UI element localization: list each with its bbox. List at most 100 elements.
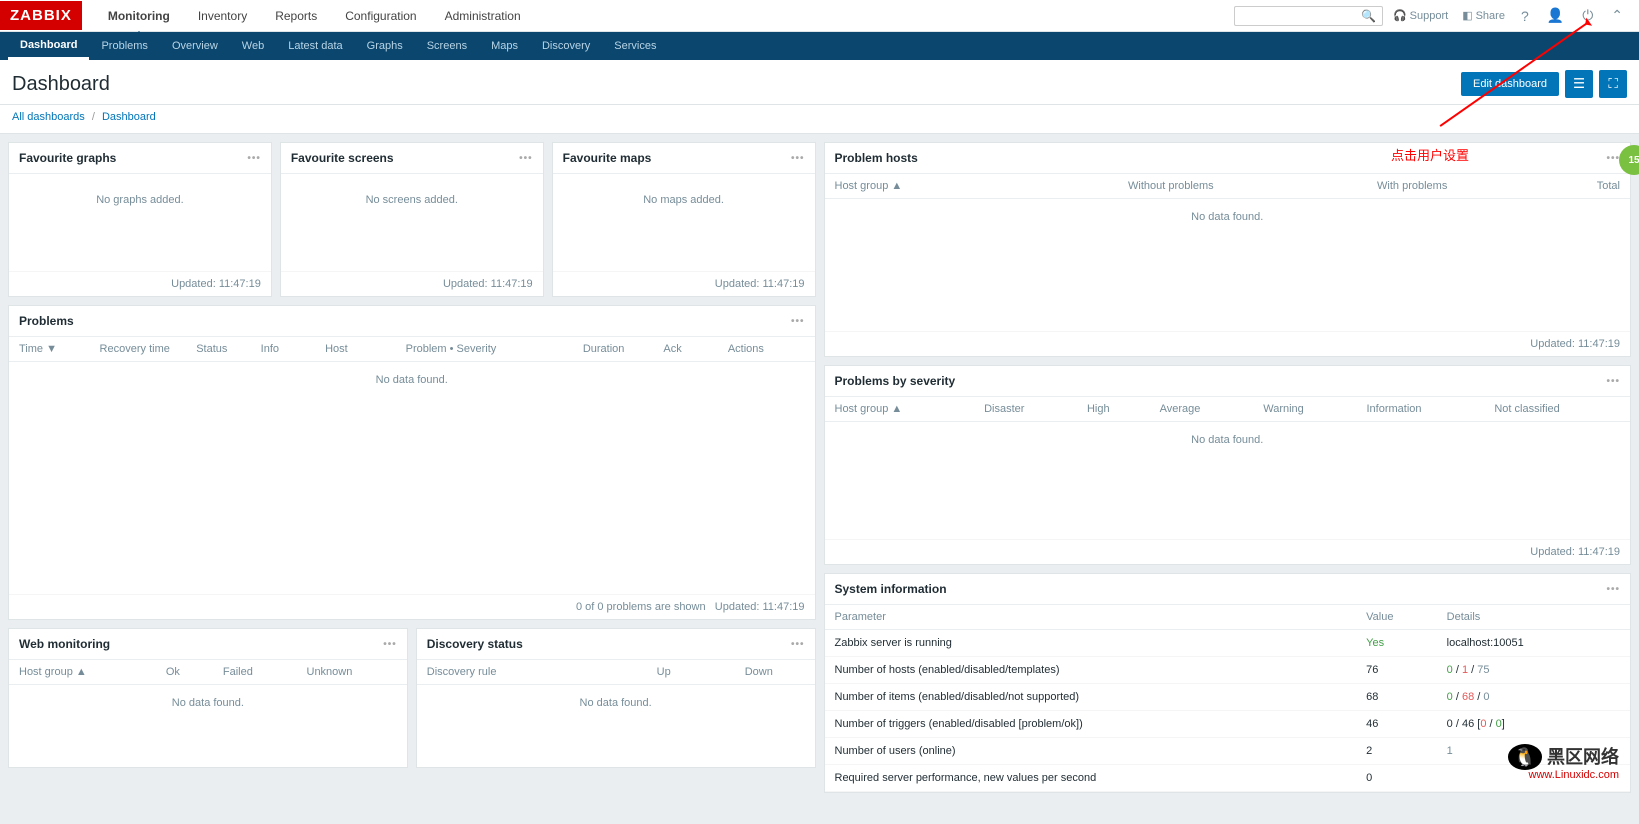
subnav-graphs[interactable]: Graphs (355, 32, 415, 60)
widget-footer: 0 of 0 problems are shown Updated: 11:47… (9, 594, 815, 619)
search-input[interactable] (1241, 10, 1361, 22)
breadcrumb-all[interactable]: All dashboards (12, 111, 85, 123)
col-information[interactable]: Information (1356, 397, 1484, 422)
page-title: Dashboard (12, 73, 110, 96)
col-ack[interactable]: Ack (653, 337, 717, 362)
subnav-screens[interactable]: Screens (415, 32, 479, 60)
col-warning[interactable]: Warning (1253, 397, 1356, 422)
widget-title: System information (835, 582, 947, 596)
cell-details: 0 / 68 / 0 (1437, 684, 1630, 711)
col-recovery[interactable]: Recovery time (90, 337, 187, 362)
widget-menu-icon[interactable]: ••• (1606, 153, 1620, 164)
subnav-dashboard[interactable]: Dashboard (8, 32, 89, 60)
col-notclassified[interactable]: Not classified (1484, 397, 1630, 422)
widget-footer: Updated: 11:47:19 (281, 271, 543, 296)
col-hostgroup[interactable]: Host group ▲ (825, 174, 1041, 199)
col-status[interactable]: Status (186, 337, 250, 362)
empty-msg: No data found. (417, 685, 815, 721)
widget-menu-icon[interactable]: ••• (1606, 376, 1620, 387)
col-disaster[interactable]: Disaster (974, 397, 1077, 422)
widget-title: Discovery status (427, 637, 523, 651)
col-total[interactable]: Total (1523, 174, 1630, 199)
caret-icon[interactable]: ⌃ (1605, 7, 1629, 24)
col-info[interactable]: Info (251, 337, 315, 362)
col-hostgroup[interactable]: Host group ▲ (825, 397, 975, 422)
cell-details: 0 / 1 / 75 (1437, 657, 1630, 684)
table-row: Zabbix server is runningYeslocalhost:100… (825, 630, 1631, 657)
col-host[interactable]: Host (315, 337, 396, 362)
subnav-overview[interactable]: Overview (160, 32, 230, 60)
fullscreen-button[interactable]: ⛶ (1599, 70, 1627, 98)
col-value: Value (1356, 605, 1437, 630)
empty-msg: No data found. (9, 685, 407, 721)
subnav-services[interactable]: Services (602, 32, 668, 60)
cell-param: Required server performance, new values … (825, 765, 1357, 792)
widget-fav-screens: Favourite screens••• No screens added. U… (280, 142, 544, 297)
col-time[interactable]: Time ▼ (9, 337, 90, 362)
col-high[interactable]: High (1077, 397, 1150, 422)
empty-msg: No maps added. (563, 182, 805, 218)
col-unknown[interactable]: Unknown (297, 660, 407, 685)
subnav-maps[interactable]: Maps (479, 32, 530, 60)
subnav-web[interactable]: Web (230, 32, 276, 60)
nav-reports[interactable]: Reports (261, 0, 331, 31)
widget-title: Favourite graphs (19, 151, 116, 165)
col-hostgroup[interactable]: Host group ▲ (9, 660, 156, 685)
cell-value: Yes (1356, 630, 1437, 657)
col-average[interactable]: Average (1150, 397, 1254, 422)
share-icon: ◧ (1462, 9, 1472, 22)
logo[interactable]: ZABBIX (0, 1, 82, 30)
col-rule[interactable]: Discovery rule (417, 660, 625, 685)
support-link[interactable]: 🎧Support (1389, 9, 1452, 22)
col-failed[interactable]: Failed (213, 660, 297, 685)
col-details: Details (1437, 605, 1630, 630)
col-without[interactable]: Without problems (1041, 174, 1301, 199)
nav-inventory[interactable]: Inventory (184, 0, 261, 31)
subnav-latest[interactable]: Latest data (276, 32, 354, 60)
widget-menu-icon[interactable]: ••• (791, 153, 805, 164)
widget-web-monitoring: Web monitoring••• Host group ▲ Ok Failed… (8, 628, 408, 768)
widget-menu-icon[interactable]: ••• (1606, 584, 1620, 595)
nav-configuration[interactable]: Configuration (331, 0, 430, 31)
cell-param: Number of users (online) (825, 738, 1357, 765)
widget-title: Favourite maps (563, 151, 652, 165)
col-up[interactable]: Up (624, 660, 703, 685)
user-icon[interactable]: 👤 (1541, 7, 1570, 24)
share-link[interactable]: ◧Share (1458, 9, 1509, 22)
cell-details: localhost:10051 (1437, 630, 1630, 657)
widget-footer: Updated: 11:47:19 (825, 331, 1631, 356)
search-icon[interactable]: 🔍 (1361, 9, 1376, 23)
widget-menu-icon[interactable]: ••• (383, 639, 397, 650)
col-parameter: Parameter (825, 605, 1357, 630)
widget-problems: Problems••• Time ▼ Recovery time Status … (8, 305, 816, 620)
list-button[interactable]: ☰ (1565, 70, 1593, 98)
widget-fav-graphs: Favourite graphs••• No graphs added. Upd… (8, 142, 272, 297)
widget-menu-icon[interactable]: ••• (519, 153, 533, 164)
breadcrumb-current[interactable]: Dashboard (102, 111, 156, 123)
table-row: Number of triggers (enabled/disabled [pr… (825, 711, 1631, 738)
col-problem[interactable]: Problem • Severity (396, 337, 573, 362)
help-icon[interactable]: ? (1515, 8, 1535, 24)
subnav-problems[interactable]: Problems (89, 32, 159, 60)
col-actions[interactable]: Actions (718, 337, 815, 362)
breadcrumb-sep: / (92, 111, 95, 123)
subnav-discovery[interactable]: Discovery (530, 32, 602, 60)
empty-msg: No screens added. (291, 182, 533, 218)
widget-title: Problems (19, 314, 74, 328)
widget-discovery-status: Discovery status ••• Discovery rule Up Do… (416, 628, 816, 768)
breadcrumb: All dashboards / Dashboard (0, 105, 1639, 134)
cell-details: 0 / 46 [0 / 0] (1437, 711, 1630, 738)
table-row: Number of hosts (enabled/disabled/templa… (825, 657, 1631, 684)
col-down[interactable]: Down (703, 660, 814, 685)
col-duration[interactable]: Duration (573, 337, 654, 362)
widget-menu-icon[interactable]: ••• (247, 153, 261, 164)
nav-monitoring[interactable]: Monitoring (94, 0, 184, 31)
cell-param: Zabbix server is running (825, 630, 1357, 657)
nav-administration[interactable]: Administration (431, 0, 535, 31)
cell-param: Number of triggers (enabled/disabled [pr… (825, 711, 1357, 738)
widget-menu-icon[interactable]: ••• (791, 639, 805, 650)
widget-menu-icon[interactable]: ••• (791, 316, 805, 327)
col-with[interactable]: With problems (1301, 174, 1523, 199)
col-ok[interactable]: Ok (156, 660, 213, 685)
cell-value: 76 (1356, 657, 1437, 684)
